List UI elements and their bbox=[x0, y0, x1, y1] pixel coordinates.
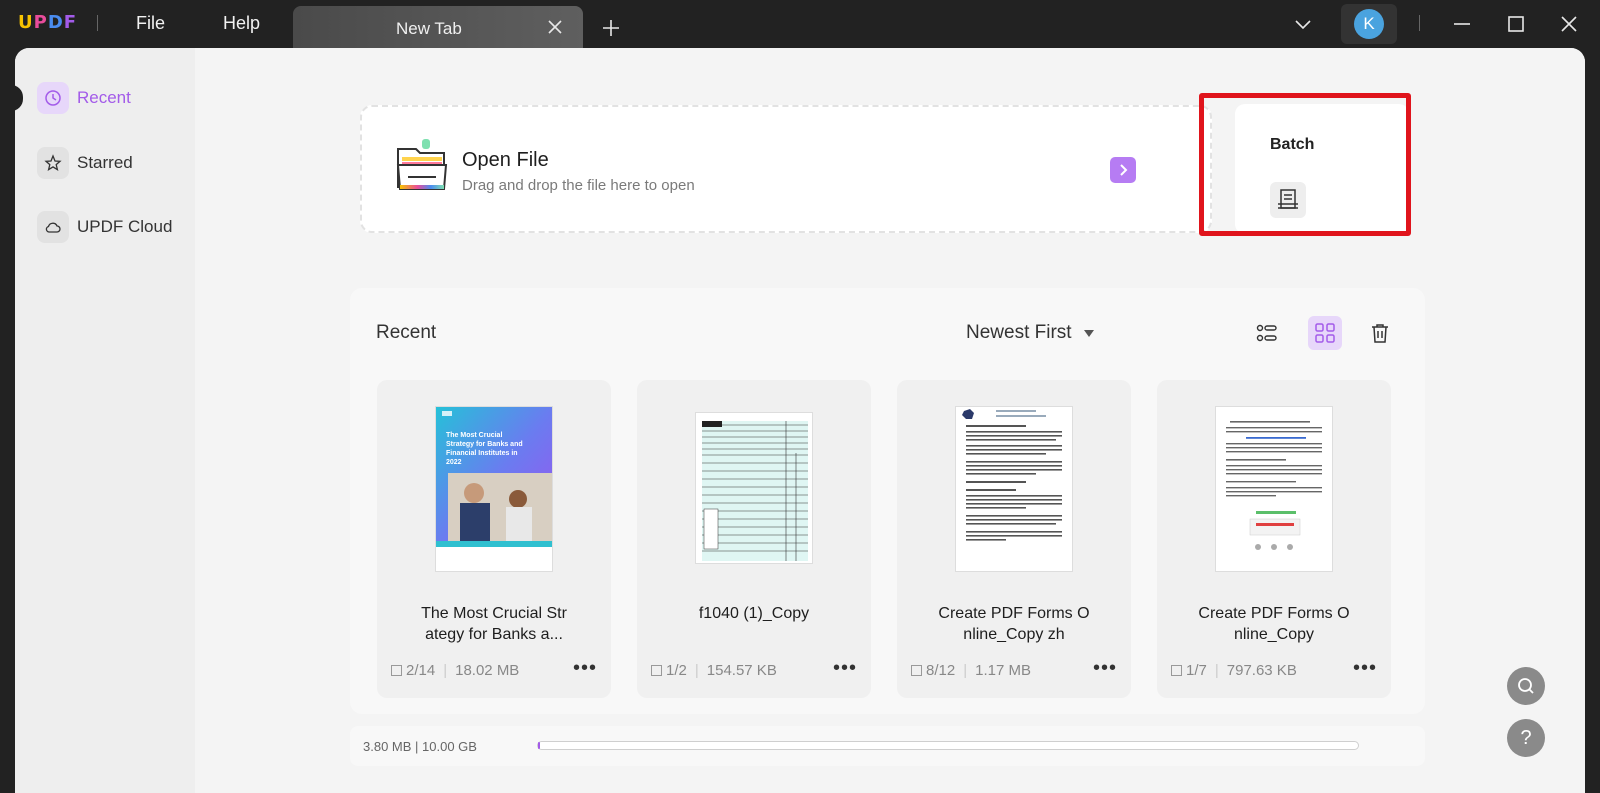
menu-file[interactable]: File bbox=[136, 13, 165, 34]
sidebar-item-label: Starred bbox=[77, 153, 133, 172]
logo-letter: U bbox=[18, 12, 34, 33]
recent-panel: Recent Newest First The Most Crucial Str… bbox=[350, 288, 1425, 714]
maximize-icon[interactable] bbox=[1504, 12, 1528, 36]
file-thumbnail: The Most Crucial Strategy for Banks and … bbox=[435, 406, 553, 572]
file-pages: 1/7 bbox=[1186, 662, 1207, 679]
updf-logo: UPDF bbox=[18, 12, 77, 33]
file-card[interactable]: The Most Crucial Strategy for Banks and … bbox=[377, 380, 611, 698]
storage-fill bbox=[538, 742, 541, 749]
help-button[interactable]: ? bbox=[1507, 719, 1545, 757]
search-icon bbox=[1518, 678, 1534, 694]
grid-view-icon bbox=[1315, 323, 1335, 343]
file-meta: 2/14 | 18.02 MB bbox=[391, 662, 519, 679]
minimize-icon[interactable] bbox=[1450, 12, 1474, 36]
open-file-title: Open File bbox=[462, 149, 549, 171]
file-meta: 8/12 | 1.17 MB bbox=[911, 662, 1031, 679]
meta-separator: | bbox=[963, 662, 968, 679]
more-options-icon[interactable]: ••• bbox=[573, 658, 597, 678]
title-bar: UPDF File Help New Tab K bbox=[0, 0, 1600, 48]
storage-track bbox=[537, 741, 1359, 750]
cloud-icon bbox=[37, 211, 69, 243]
tab-label: New Tab bbox=[396, 19, 462, 38]
highlight-box bbox=[1199, 93, 1411, 236]
open-file-subtitle: Drag and drop the file here to open bbox=[462, 177, 695, 194]
close-tab-icon[interactable] bbox=[546, 18, 564, 36]
file-pages: 8/12 bbox=[926, 662, 956, 679]
chevron-down-icon[interactable] bbox=[1293, 14, 1313, 34]
file-meta: 1/2 | 154.57 KB bbox=[651, 662, 777, 679]
file-card[interactable]: Create PDF Forms O nline_Copy 1/7 | 797.… bbox=[1157, 380, 1391, 698]
menu-help[interactable]: Help bbox=[223, 13, 260, 34]
file-size: 18.02 MB bbox=[455, 662, 520, 679]
meta-separator: | bbox=[1214, 662, 1219, 679]
divider bbox=[1419, 15, 1420, 31]
close-window-icon[interactable] bbox=[1557, 12, 1581, 36]
tab-new-tab[interactable]: New Tab bbox=[293, 6, 583, 48]
file-name: Create PDF Forms O nline_Copy bbox=[1198, 605, 1350, 643]
sort-label: Newest First bbox=[966, 322, 1072, 343]
file-size: 154.57 KB bbox=[706, 662, 777, 679]
meta-separator: | bbox=[443, 662, 448, 679]
file-card[interactable]: f1040 (1)_Copy 1/2 | 154.57 KB ••• bbox=[637, 380, 871, 698]
grid-view-button[interactable] bbox=[1308, 316, 1342, 350]
open-file-button[interactable] bbox=[1110, 157, 1136, 183]
help-icon: ? bbox=[1520, 726, 1532, 749]
logo-letter: F bbox=[63, 12, 78, 33]
pages-icon bbox=[911, 665, 922, 676]
sidebar: Recent Starred UPDF Cloud bbox=[15, 48, 195, 793]
more-options-icon[interactable]: ••• bbox=[1353, 658, 1377, 678]
list-view-button[interactable] bbox=[1250, 316, 1284, 350]
caret-down-icon bbox=[1083, 329, 1094, 337]
file-size: 797.63 KB bbox=[1226, 662, 1297, 679]
logo-letter: P bbox=[33, 12, 48, 33]
file-name: The Most Crucial Str ategy for Banks a..… bbox=[421, 605, 567, 643]
active-indicator bbox=[15, 85, 23, 111]
account-button[interactable]: K bbox=[1341, 4, 1397, 44]
thumbnail-title: The Most Crucial Strategy for Banks and … bbox=[446, 432, 523, 466]
trash-icon bbox=[1372, 324, 1388, 343]
sort-dropdown[interactable]: Newest First bbox=[966, 322, 1094, 344]
add-tab-icon[interactable] bbox=[601, 18, 621, 38]
more-options-icon[interactable]: ••• bbox=[1093, 658, 1117, 678]
meta-separator: | bbox=[694, 662, 699, 679]
file-name: Create PDF Forms O nline_Copy zh bbox=[938, 605, 1090, 643]
file-meta: 1/7 | 797.63 KB bbox=[1171, 662, 1297, 679]
sidebar-item-updf-cloud[interactable]: UPDF Cloud bbox=[37, 210, 172, 244]
delete-button[interactable] bbox=[1363, 316, 1397, 350]
clock-icon bbox=[37, 82, 69, 114]
pages-icon bbox=[1171, 665, 1182, 676]
content-area: Open File Drag and drop the file here to… bbox=[195, 48, 1585, 793]
storage-label: 3.80 MB | 10.00 GB bbox=[363, 739, 477, 754]
search-button[interactable] bbox=[1507, 667, 1545, 705]
sidebar-item-label: Recent bbox=[77, 88, 131, 107]
file-pages: 2/14 bbox=[406, 662, 436, 679]
storage-bar: 3.80 MB | 10.00 GB bbox=[350, 726, 1425, 766]
file-thumbnail bbox=[955, 406, 1073, 572]
pages-icon bbox=[651, 665, 662, 676]
file-name: f1040 (1)_Copy bbox=[698, 605, 810, 622]
chevron-right-icon bbox=[1120, 164, 1128, 176]
more-options-icon[interactable]: ••• bbox=[833, 658, 857, 678]
sidebar-item-label: UPDF Cloud bbox=[77, 217, 173, 236]
file-thumbnail bbox=[1215, 406, 1333, 572]
list-view-icon bbox=[1256, 324, 1277, 342]
main-window: Recent Starred UPDF Cloud Open File Drag… bbox=[15, 48, 1585, 793]
sidebar-item-starred[interactable]: Starred bbox=[37, 146, 133, 180]
file-card[interactable]: Create PDF Forms O nline_Copy zh 8/12 | … bbox=[897, 380, 1131, 698]
star-icon bbox=[37, 147, 69, 179]
sidebar-item-recent[interactable]: Recent bbox=[37, 81, 131, 115]
file-size: 1.17 MB bbox=[975, 662, 1031, 679]
avatar: K bbox=[1354, 9, 1384, 39]
logo-letter: D bbox=[47, 12, 64, 33]
file-pages: 1/2 bbox=[666, 662, 687, 679]
file-thumbnail bbox=[695, 412, 813, 564]
open-file-dropzone[interactable]: Open File Drag and drop the file here to… bbox=[360, 105, 1212, 233]
pages-icon bbox=[391, 665, 402, 676]
divider bbox=[97, 15, 98, 31]
recent-title: Recent bbox=[376, 322, 437, 343]
folder-icon bbox=[396, 139, 448, 190]
